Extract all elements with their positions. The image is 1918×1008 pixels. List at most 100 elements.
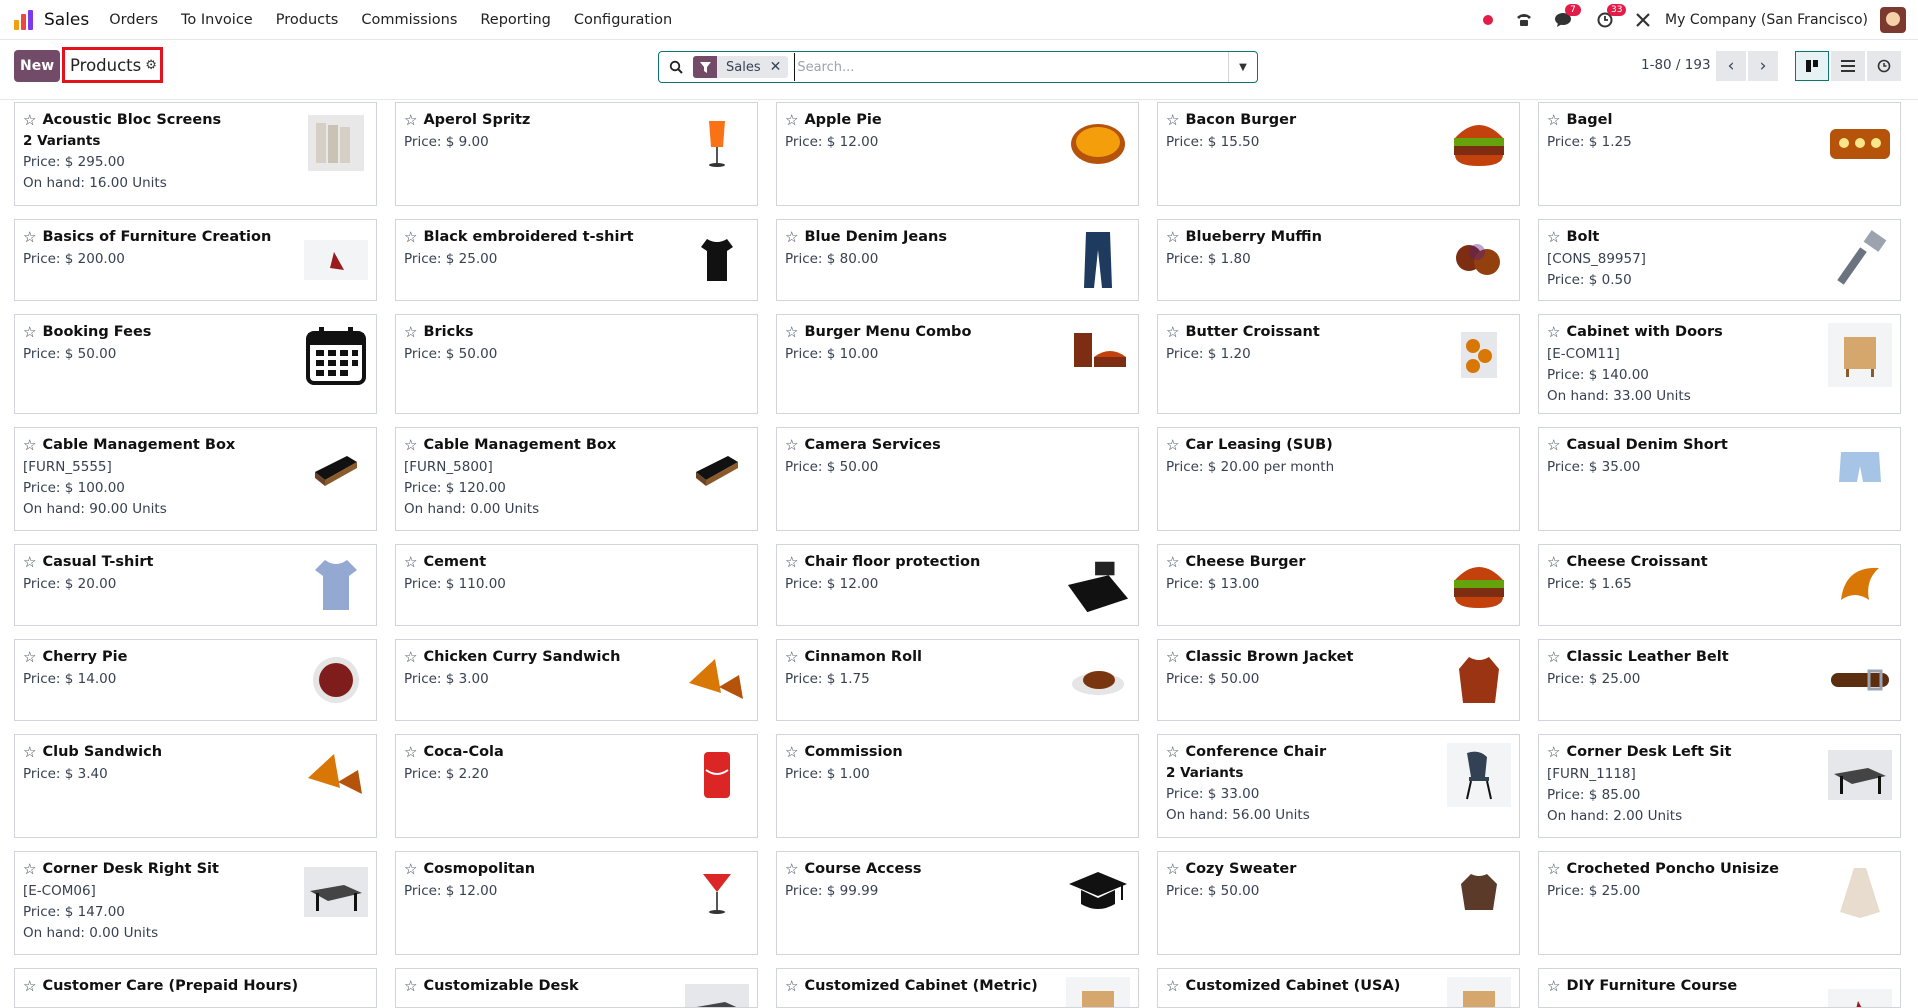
- search-input[interactable]: [794, 53, 1228, 81]
- favorite-star-icon[interactable]: ☆: [404, 111, 417, 129]
- product-card[interactable]: ☆ Coca-Cola Price: $ 2.20: [395, 734, 758, 838]
- product-card[interactable]: ☆ Cement Price: $ 110.00: [395, 544, 758, 626]
- favorite-star-icon[interactable]: ☆: [404, 743, 417, 761]
- favorite-star-icon[interactable]: ☆: [1547, 228, 1560, 246]
- product-card[interactable]: ☆ Basics of Furniture Creation Price: $ 20…: [14, 219, 377, 301]
- favorite-star-icon[interactable]: ☆: [23, 323, 36, 341]
- favorite-star-icon[interactable]: ☆: [1547, 111, 1560, 129]
- favorite-star-icon[interactable]: ☆: [1166, 436, 1179, 454]
- menu-orders[interactable]: Orders: [109, 12, 158, 28]
- page-title[interactable]: Products: [70, 56, 141, 75]
- product-card[interactable]: ☆ Corner Desk Right Sit [E-COM06] Price: $ …: [14, 851, 377, 955]
- favorite-star-icon[interactable]: ☆: [1547, 977, 1560, 995]
- product-card[interactable]: ☆ Conference Chair 2 Variants Price: $ 33.0…: [1157, 734, 1520, 838]
- product-card[interactable]: ☆ DIY Furniture Course: [1538, 968, 1901, 1008]
- favorite-star-icon[interactable]: ☆: [785, 743, 798, 761]
- kanban-view-button[interactable]: [1795, 51, 1829, 81]
- favorite-star-icon[interactable]: ☆: [785, 648, 798, 666]
- chat-icon[interactable]: 7: [1555, 3, 1582, 28]
- menu-configuration[interactable]: Configuration: [574, 12, 672, 28]
- user-avatar[interactable]: [1880, 6, 1906, 33]
- favorite-star-icon[interactable]: ☆: [23, 743, 36, 761]
- favorite-star-icon[interactable]: ☆: [785, 860, 798, 878]
- favorite-star-icon[interactable]: ☆: [1547, 553, 1560, 571]
- favorite-star-icon[interactable]: ☆: [23, 553, 36, 571]
- product-card[interactable]: ☆ Butter Croissant Price: $ 1.20: [1157, 314, 1520, 414]
- product-card[interactable]: ☆ Classic Leather Belt Price: $ 25.00: [1538, 639, 1901, 721]
- sales-app-icon[interactable]: [12, 8, 36, 32]
- product-card[interactable]: ☆ Cherry Pie Price: $ 14.00: [14, 639, 377, 721]
- product-card[interactable]: ☆ Cinnamon Roll Price: $ 1.75: [776, 639, 1139, 721]
- menu-commissions[interactable]: Commissions: [361, 12, 457, 28]
- favorite-star-icon[interactable]: ☆: [1166, 111, 1179, 129]
- favorite-star-icon[interactable]: ☆: [785, 977, 798, 995]
- product-card[interactable]: ☆ Classic Brown Jacket Price: $ 50.00: [1157, 639, 1520, 721]
- favorite-star-icon[interactable]: ☆: [404, 436, 417, 454]
- product-card[interactable]: ☆ Apple Pie Price: $ 12.00: [776, 102, 1139, 206]
- product-card[interactable]: ☆ Cozy Sweater Price: $ 50.00: [1157, 851, 1520, 955]
- favorite-star-icon[interactable]: ☆: [1166, 648, 1179, 666]
- product-card[interactable]: ☆ Cable Management Box [FURN_5800] Price: $…: [395, 427, 758, 531]
- product-card[interactable]: ☆ Bacon Burger Price: $ 15.50: [1157, 102, 1520, 206]
- product-card[interactable]: ☆ Camera Services Price: $ 50.00: [776, 427, 1139, 531]
- favorite-star-icon[interactable]: ☆: [785, 228, 798, 246]
- pager-next-button[interactable]: ›: [1748, 51, 1778, 81]
- favorite-star-icon[interactable]: ☆: [1547, 743, 1560, 761]
- favorite-star-icon[interactable]: ☆: [23, 228, 36, 246]
- favorite-star-icon[interactable]: ☆: [1166, 743, 1179, 761]
- favorite-star-icon[interactable]: ☆: [785, 323, 798, 341]
- list-view-button[interactable]: [1831, 51, 1865, 81]
- favorite-star-icon[interactable]: ☆: [1166, 228, 1179, 246]
- favorite-star-icon[interactable]: ☆: [1166, 323, 1179, 341]
- product-card[interactable]: ☆ Corner Desk Left Sit [FURN_1118] Price: $…: [1538, 734, 1901, 838]
- favorite-star-icon[interactable]: ☆: [404, 553, 417, 571]
- pager-value[interactable]: 1-80 / 193: [1641, 57, 1711, 73]
- product-card[interactable]: ☆ Blueberry Muffin Price: $ 1.80: [1157, 219, 1520, 301]
- favorite-star-icon[interactable]: ☆: [23, 648, 36, 666]
- product-card[interactable]: ☆ Black embroidered t-shirt Price: $ 25.00: [395, 219, 758, 301]
- product-card[interactable]: ☆ Club Sandwich Price: $ 3.40: [14, 734, 377, 838]
- product-card[interactable]: ☆ Cheese Burger Price: $ 13.00: [1157, 544, 1520, 626]
- product-card[interactable]: ☆ Chair floor protection Price: $ 12.00: [776, 544, 1139, 626]
- product-card[interactable]: ☆ Commission Price: $ 1.00: [776, 734, 1139, 838]
- product-card[interactable]: ☆ Course Access Price: $ 99.99: [776, 851, 1139, 955]
- product-card[interactable]: ☆ Aperol Spritz Price: $ 9.00: [395, 102, 758, 206]
- company-switcher[interactable]: My Company (San Francisco): [1665, 12, 1868, 28]
- product-card[interactable]: ☆ Crocheted Poncho Unisize Price: $ 25.00: [1538, 851, 1901, 955]
- chevron-down-icon[interactable]: ▼: [1228, 52, 1257, 82]
- product-card[interactable]: ☆ Bagel Price: $ 1.25: [1538, 102, 1901, 206]
- favorite-star-icon[interactable]: ☆: [785, 553, 798, 571]
- activity-clock-icon[interactable]: 33: [1597, 3, 1627, 28]
- product-card[interactable]: ☆ Customizable Desk: [395, 968, 758, 1008]
- close-icon[interactable]: ✕: [770, 59, 789, 75]
- product-card[interactable]: ☆ Customized Cabinet (Metric): [776, 968, 1139, 1008]
- product-card[interactable]: ☆ Cosmopolitan Price: $ 12.00: [395, 851, 758, 955]
- product-card[interactable]: ☆ Booking Fees Price: $ 50.00: [14, 314, 377, 414]
- favorite-star-icon[interactable]: ☆: [1547, 323, 1560, 341]
- menu-reporting[interactable]: Reporting: [480, 12, 551, 28]
- product-card[interactable]: ☆ Chicken Curry Sandwich Price: $ 3.00: [395, 639, 758, 721]
- favorite-star-icon[interactable]: ☆: [1547, 860, 1560, 878]
- product-card[interactable]: ☆ Car Leasing (SUB) Price: $ 20.00 per mon…: [1157, 427, 1520, 531]
- favorite-star-icon[interactable]: ☆: [1547, 648, 1560, 666]
- phone-icon[interactable]: [1515, 12, 1533, 28]
- favorite-star-icon[interactable]: ☆: [404, 860, 417, 878]
- product-card[interactable]: ☆ Acoustic Bloc Screens 2 Variants Price: $…: [14, 102, 377, 206]
- favorite-star-icon[interactable]: ☆: [404, 648, 417, 666]
- favorite-star-icon[interactable]: ☆: [785, 436, 798, 454]
- product-card[interactable]: ☆ Bricks Price: $ 50.00: [395, 314, 758, 414]
- activity-view-button[interactable]: [1867, 51, 1901, 81]
- product-card[interactable]: ☆ Casual Denim Short Price: $ 35.00: [1538, 427, 1901, 531]
- product-card[interactable]: ☆ Bolt [CONS_89957] Price: $ 0.50: [1538, 219, 1901, 301]
- favorite-star-icon[interactable]: ☆: [404, 323, 417, 341]
- favorite-star-icon[interactable]: ☆: [1166, 977, 1179, 995]
- tools-icon[interactable]: [1635, 12, 1651, 28]
- favorite-star-icon[interactable]: ☆: [1166, 553, 1179, 571]
- pager-previous-button[interactable]: ‹: [1716, 51, 1746, 81]
- product-card[interactable]: ☆ Cheese Croissant Price: $ 1.65: [1538, 544, 1901, 626]
- menu-products[interactable]: Products: [276, 12, 339, 28]
- new-button[interactable]: New: [14, 50, 60, 82]
- recording-indicator[interactable]: [1483, 14, 1494, 25]
- favorite-star-icon[interactable]: ☆: [1166, 860, 1179, 878]
- product-card[interactable]: ☆ Cable Management Box [FURN_5555] Price: $…: [14, 427, 377, 531]
